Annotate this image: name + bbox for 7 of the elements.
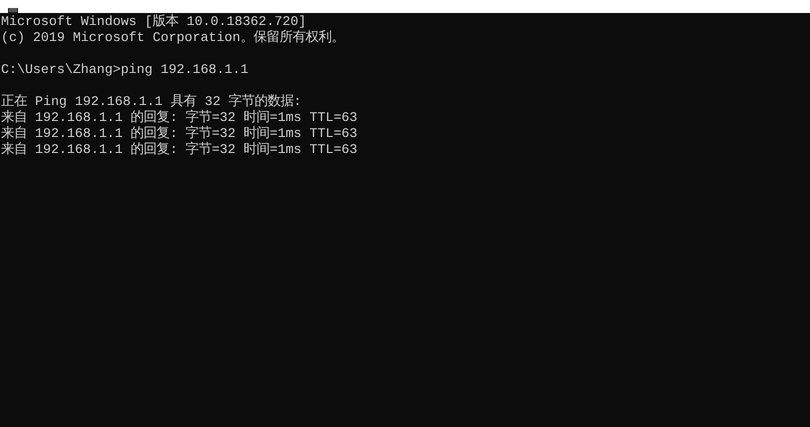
console-line: 来自 192.168.1.1 的回复: 字节=32 时间=1ms TTL=63	[1, 126, 358, 142]
console-line: 正在 Ping 192.168.1.1 具有 32 字节的数据:	[1, 94, 302, 110]
console-line: Microsoft Windows [版本 10.0.18362.720]	[1, 14, 306, 30]
console-line: C:\Users\Zhang>ping 192.168.1.1	[1, 62, 248, 78]
console-line: 来自 192.168.1.1 的回复: 字节=32 时间=1ms TTL=63	[1, 110, 358, 126]
console-line: 来自 192.168.1.1 的回复: 字节=32 时间=1ms TTL=63	[1, 142, 358, 158]
console-line: (c) 2019 Microsoft Corporation。保留所有权利。	[1, 30, 344, 46]
